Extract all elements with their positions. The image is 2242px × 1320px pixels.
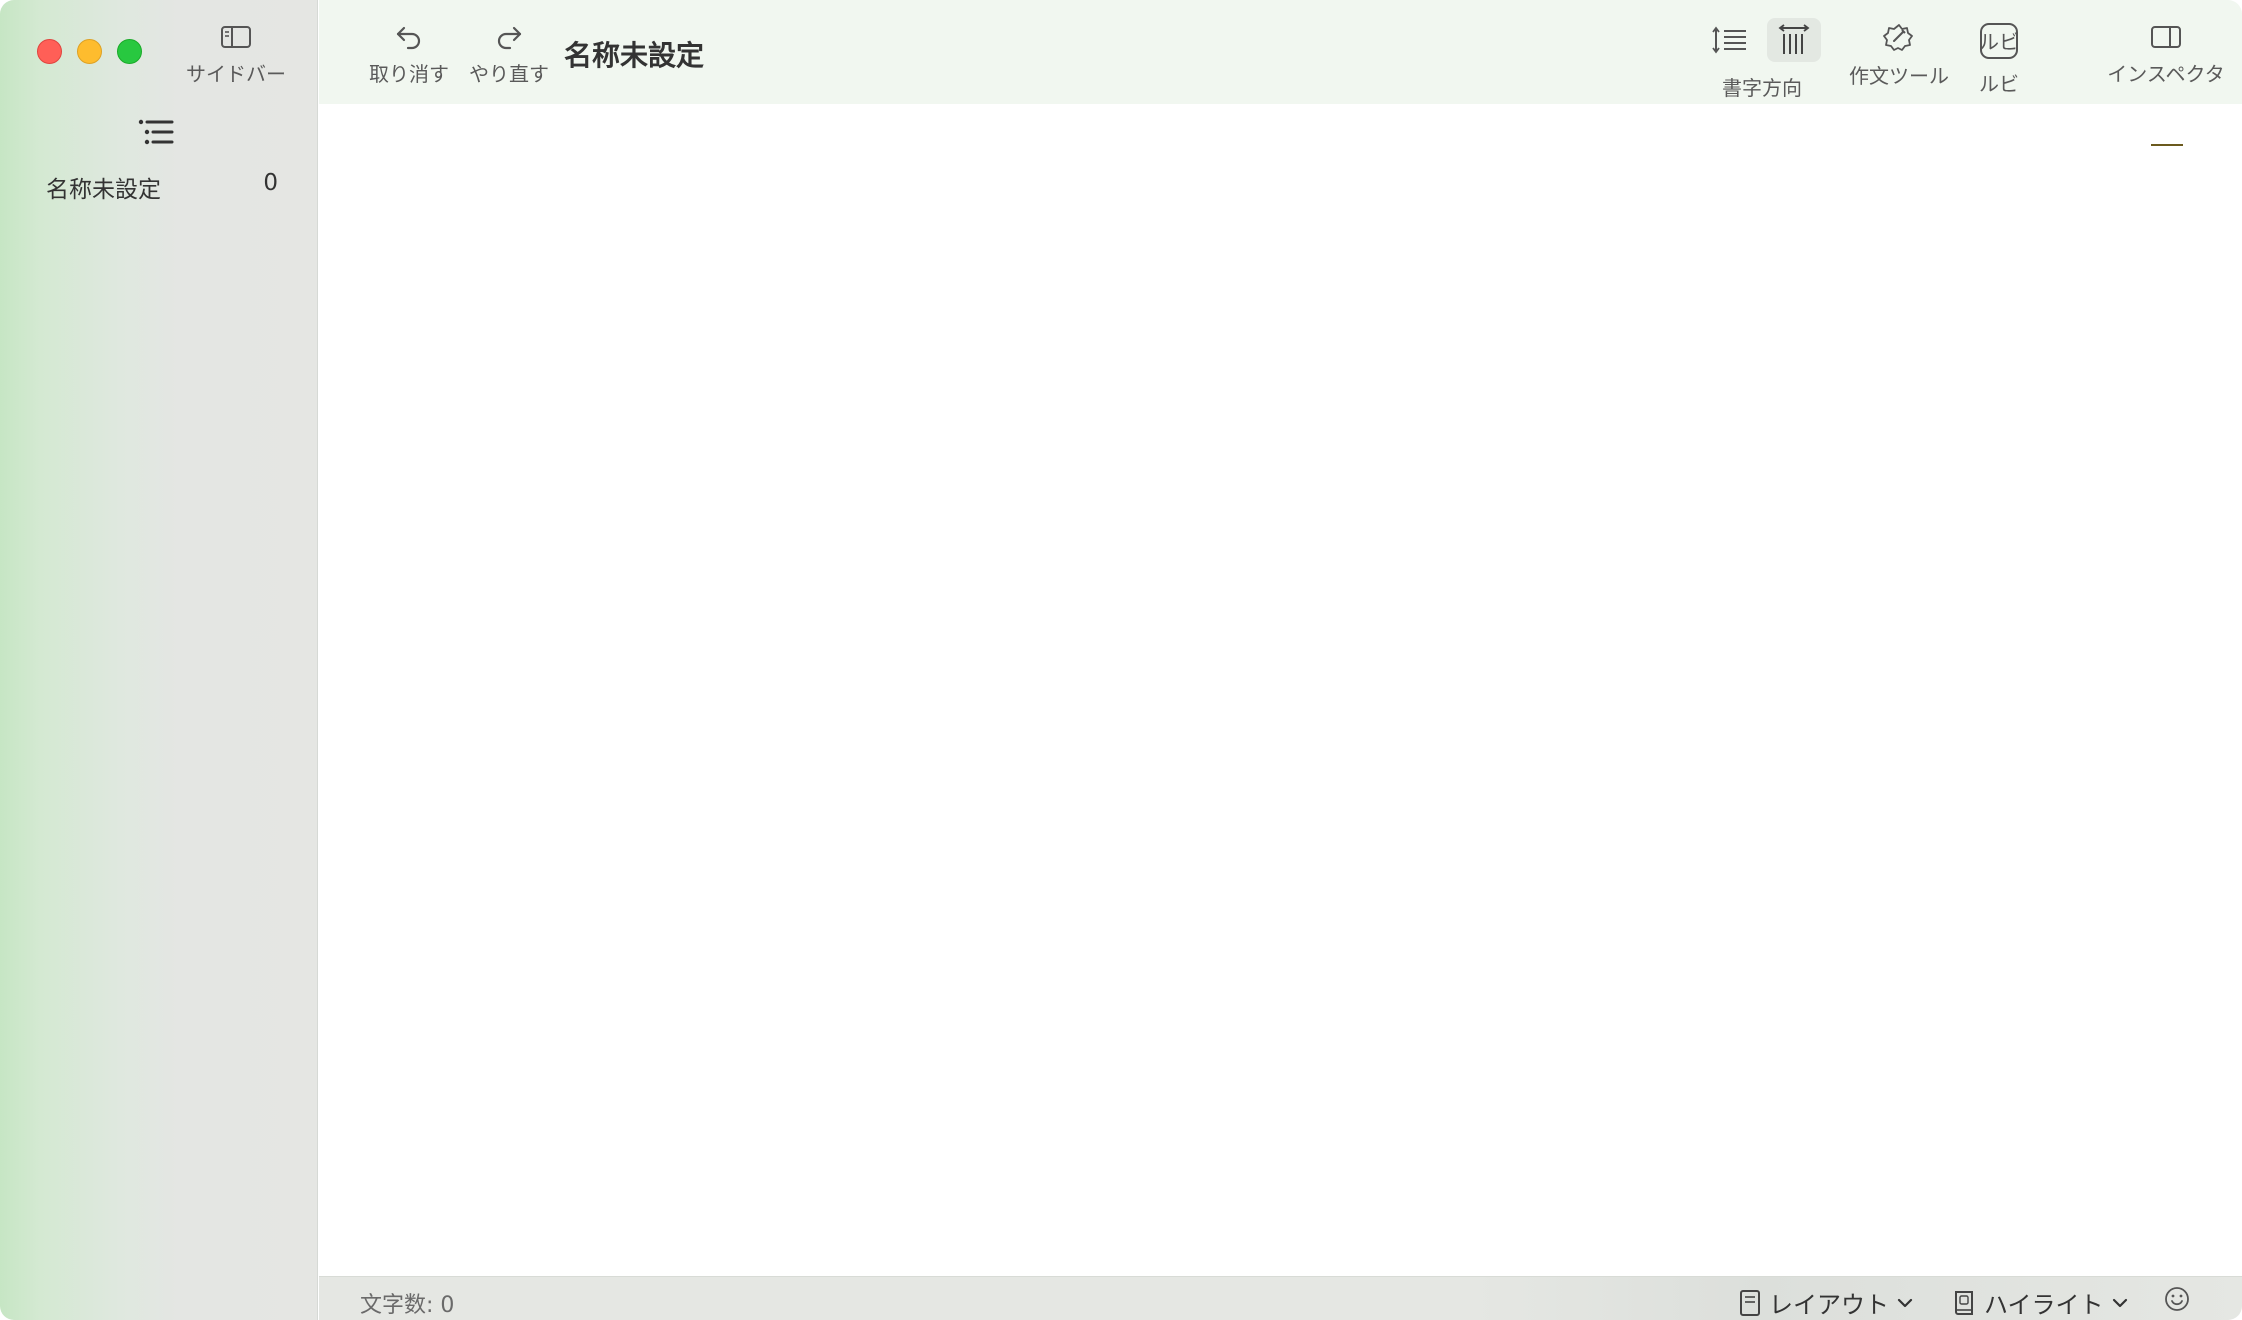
sidebar: サイドバー 名称未設定 0	[0, 0, 318, 1320]
undo-button[interactable]: 取り消す	[347, 24, 471, 87]
outline-list-icon[interactable]	[138, 118, 174, 146]
horizontal-text-icon	[1712, 26, 1746, 54]
layout-menu-label: レイアウト	[1769, 1291, 1889, 1319]
chevron-down-icon	[1897, 1298, 1913, 1307]
status-bar: 文字数: 0 レイアウト ハイライト	[319, 1276, 2242, 1320]
writing-direction-control: 書字方向	[1692, 18, 1832, 101]
document-list-item[interactable]: 名称未設定 0	[46, 170, 278, 204]
svg-text:ルビ: ルビ	[1979, 30, 2019, 54]
text-editor[interactable]	[319, 104, 2242, 1276]
vertical-text-icon	[1778, 24, 1810, 54]
horizontal-writing-button[interactable]	[1703, 18, 1757, 62]
writing-tools-button[interactable]: 作文ツール	[1839, 22, 1959, 89]
document-title: 名称未設定	[564, 39, 705, 72]
undo-label: 取り消す	[369, 62, 449, 86]
redo-icon	[497, 26, 522, 50]
page-icon	[1740, 1289, 1760, 1316]
writing-direction-label: 書字方向	[1722, 76, 1802, 100]
smiley-icon[interactable]	[2164, 1286, 2190, 1312]
document-list-item-count: 0	[263, 170, 278, 196]
document-list-item-title: 名称未設定	[46, 177, 161, 203]
vertical-writing-button[interactable]	[1767, 18, 1821, 62]
ruby-button[interactable]: ルビ ルビ	[1969, 22, 2029, 97]
inspector-icon	[2151, 26, 2181, 48]
close-button[interactable]	[37, 39, 62, 64]
toolbar: 取り消す やり直す 名称未設定 書字方向 作文ツール ルビ ルビ インスペクタ	[319, 0, 2242, 104]
app-window: サイドバー 名称未設定 0 取り消す やり直す 名称未設定 書字方向 作文ツール…	[0, 0, 2242, 1320]
layout-menu[interactable]: レイアウト	[1739, 1285, 1913, 1320]
minimize-button[interactable]	[77, 39, 102, 64]
redo-label: やり直す	[469, 62, 549, 86]
highlight-menu-label: ハイライト	[1984, 1291, 2104, 1319]
highlight-menu[interactable]: ハイライト	[1952, 1285, 2128, 1320]
ruby-label: ルビ	[1979, 72, 2019, 96]
sidebar-icon	[221, 26, 251, 48]
book-icon	[1955, 1290, 1973, 1315]
sidebar-toggle-label: サイドバー	[186, 62, 286, 86]
zoom-button[interactable]	[117, 39, 142, 64]
inspector-button[interactable]: インスペクタ	[2081, 24, 2242, 87]
chevron-down-icon	[2112, 1298, 2127, 1307]
ruby-icon: ルビ	[1979, 23, 2019, 59]
text-caret	[2151, 144, 2183, 146]
writing-tools-icon	[1883, 24, 1913, 51]
character-count: 文字数: 0	[360, 1293, 455, 1318]
writing-tools-label: 作文ツール	[1849, 64, 1949, 88]
inspector-label: インスペクタ	[2107, 62, 2225, 86]
sidebar-toggle-button[interactable]: サイドバー	[178, 24, 294, 87]
redo-button[interactable]: やり直す	[459, 24, 559, 87]
undo-icon	[396, 26, 421, 50]
